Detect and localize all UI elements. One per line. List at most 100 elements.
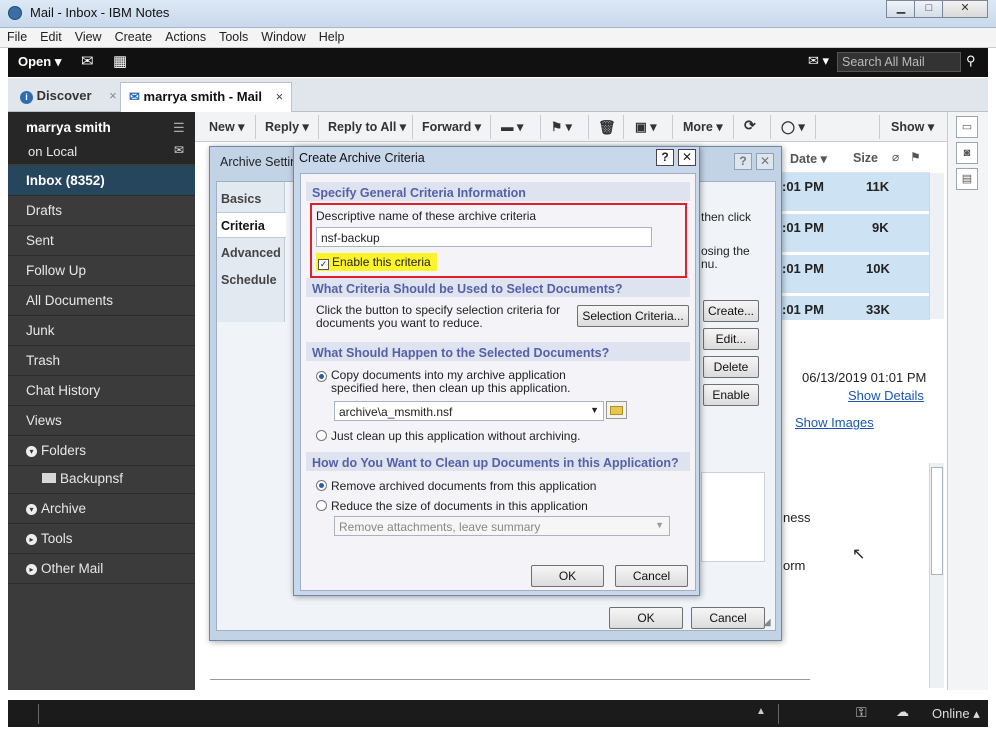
- dialog-close-button[interactable]: ✕: [756, 153, 774, 170]
- reply-button[interactable]: Reply ▾: [265, 119, 309, 134]
- mail-search-scope-icon[interactable]: ✉ ▾: [808, 53, 829, 69]
- resize-grip-icon[interactable]: ◢: [763, 617, 771, 628]
- column-date[interactable]: Date ▾: [790, 151, 827, 166]
- table-row[interactable]: :01 PM 9K: [780, 214, 930, 252]
- key-icon[interactable]: ⚿: [856, 704, 867, 721]
- enable-criteria-checkbox[interactable]: ✓ Enable this criteria: [316, 253, 437, 271]
- browse-folder-icon[interactable]: [606, 401, 627, 419]
- toolbar-separator: [540, 115, 541, 139]
- selection-criteria-button[interactable]: Selection Criteria...: [577, 305, 689, 327]
- enable-criteria-button[interactable]: Enable: [703, 384, 759, 406]
- tab-mail[interactable]: ✉ marrya smith - Mail ×: [120, 82, 293, 112]
- settings-ok-button[interactable]: OK: [609, 607, 683, 629]
- tab-basics[interactable]: Basics: [221, 192, 261, 206]
- ok-button[interactable]: OK: [531, 565, 604, 587]
- nav-trash[interactable]: Trash: [8, 346, 195, 376]
- calendar-day-icon[interactable]: ▤: [956, 168, 978, 190]
- toolbar-separator: [770, 115, 771, 139]
- show-button[interactable]: Show ▾: [891, 119, 934, 134]
- nav-tools[interactable]: ▸ Tools: [8, 524, 195, 554]
- search-icon[interactable]: ⚲: [966, 53, 976, 69]
- menu-help[interactable]: Help: [312, 28, 351, 44]
- toolbar-separator: [588, 115, 589, 139]
- menu-window[interactable]: Window: [254, 28, 311, 44]
- help-button[interactable]: ?: [734, 153, 752, 170]
- tag-icon[interactable]: ▣ ▾: [635, 119, 657, 134]
- row-size: 33K: [866, 302, 890, 317]
- tab-discover[interactable]: i Discover ×: [12, 82, 125, 112]
- briefcase-icon[interactable]: ▭: [956, 116, 978, 138]
- minimize-button[interactable]: ▁: [886, 0, 916, 18]
- tab-close-icon[interactable]: ×: [109, 88, 117, 103]
- menu-actions[interactable]: Actions: [158, 28, 212, 44]
- nav-other-mail[interactable]: ▸ Other Mail: [8, 554, 195, 584]
- criteria-name-input[interactable]: nsf-backup: [316, 227, 652, 247]
- just-clean-radio[interactable]: Just clean up this application without a…: [316, 429, 580, 443]
- show-details-link[interactable]: Show Details: [848, 388, 924, 403]
- menu-create[interactable]: Create: [108, 28, 159, 44]
- table-row[interactable]: :01 PM 33K: [780, 296, 930, 320]
- column-size[interactable]: Size: [853, 151, 878, 165]
- nav-folder-backupnsf[interactable]: Backupnsf: [8, 464, 195, 494]
- tab-advanced[interactable]: Advanced: [221, 246, 281, 260]
- more-button[interactable]: More ▾: [683, 119, 723, 134]
- nav-inbox[interactable]: Inbox (8352): [8, 166, 195, 196]
- table-row[interactable]: :01 PM 10K: [780, 255, 930, 293]
- nav-drafts[interactable]: Drafts: [8, 196, 195, 226]
- nav-sent[interactable]: Sent: [8, 226, 195, 256]
- nav-folders[interactable]: ▾ Folders: [8, 436, 195, 466]
- menu-view[interactable]: View: [68, 28, 108, 44]
- flag-icon[interactable]: ⚑ ▾: [551, 119, 572, 134]
- toolbar-separator: [815, 115, 816, 139]
- forward-button[interactable]: Forward ▾: [422, 119, 481, 134]
- remove-archived-radio[interactable]: Remove archived documents from this appl…: [316, 479, 596, 493]
- menu-file[interactable]: File: [0, 28, 33, 44]
- dialog-close-button[interactable]: ✕: [678, 149, 696, 166]
- chat-icon[interactable]: ◯ ▾: [781, 119, 805, 134]
- tab-criteria[interactable]: Criteria: [221, 219, 265, 233]
- delete-criteria-button[interactable]: Delete: [703, 356, 759, 378]
- reduce-option-select[interactable]: Remove attachments, leave summary ▼: [334, 516, 670, 536]
- calendar-icon[interactable]: ▦: [113, 52, 127, 70]
- status-expand-icon[interactable]: ▲: [756, 706, 766, 717]
- copy-to-archive-radio[interactable]: Copy documents into my archive applicati…: [316, 369, 616, 395]
- nav-follow-up[interactable]: Follow Up: [8, 256, 195, 286]
- nav-junk[interactable]: Junk: [8, 316, 195, 346]
- new-label: New: [209, 120, 235, 134]
- preview-scrollbar[interactable]: [929, 463, 944, 688]
- menu-tools[interactable]: Tools: [212, 28, 254, 44]
- nav-all-documents[interactable]: All Documents: [8, 286, 195, 316]
- open-button[interactable]: Open ▾: [18, 54, 61, 70]
- menu-edit[interactable]: Edit: [33, 28, 68, 44]
- checkbox-checked-icon: ✓: [318, 259, 329, 270]
- hamburger-menu-icon[interactable]: ☰: [173, 120, 185, 136]
- archive-path-select[interactable]: archive\a_msmith.nsf ▼: [334, 401, 604, 421]
- list-scrollbar[interactable]: [929, 173, 944, 319]
- cancel-button[interactable]: Cancel: [615, 565, 688, 587]
- mail-icon[interactable]: ✉: [81, 52, 94, 70]
- show-images-link[interactable]: Show Images: [795, 415, 874, 430]
- help-button[interactable]: ?: [656, 149, 674, 166]
- delete-icon[interactable]: 🗑: [598, 119, 616, 136]
- replication-icon[interactable]: ✉: [174, 143, 184, 157]
- network-icon[interactable]: ☁: [896, 704, 909, 720]
- maximize-button[interactable]: □: [914, 0, 944, 18]
- move-to-folder-icon[interactable]: ▬ ▾: [501, 119, 523, 134]
- reduce-size-radio[interactable]: Reduce the size of documents in this app…: [316, 499, 588, 513]
- refresh-icon[interactable]: ⟳: [744, 117, 756, 134]
- reply-all-button[interactable]: Reply to All ▾: [328, 119, 406, 134]
- nav-archive[interactable]: ▾ Archive: [8, 494, 195, 524]
- create-criteria-button[interactable]: Create...: [703, 300, 759, 322]
- close-window-button[interactable]: ✕: [942, 0, 988, 18]
- tab-close-icon[interactable]: ×: [276, 89, 284, 104]
- table-row[interactable]: :01 PM 11K: [780, 173, 930, 211]
- settings-cancel-button[interactable]: Cancel: [691, 607, 765, 629]
- nav-chat-history[interactable]: Chat History: [8, 376, 195, 406]
- online-status-button[interactable]: Online ▴: [932, 706, 980, 722]
- nav-views[interactable]: Views: [8, 406, 195, 436]
- feeds-icon[interactable]: ◙: [956, 142, 978, 164]
- search-input[interactable]: Search All Mail: [837, 52, 961, 72]
- new-button[interactable]: New ▾: [209, 119, 244, 134]
- edit-criteria-button[interactable]: Edit...: [703, 328, 759, 350]
- tab-schedule[interactable]: Schedule: [221, 273, 277, 287]
